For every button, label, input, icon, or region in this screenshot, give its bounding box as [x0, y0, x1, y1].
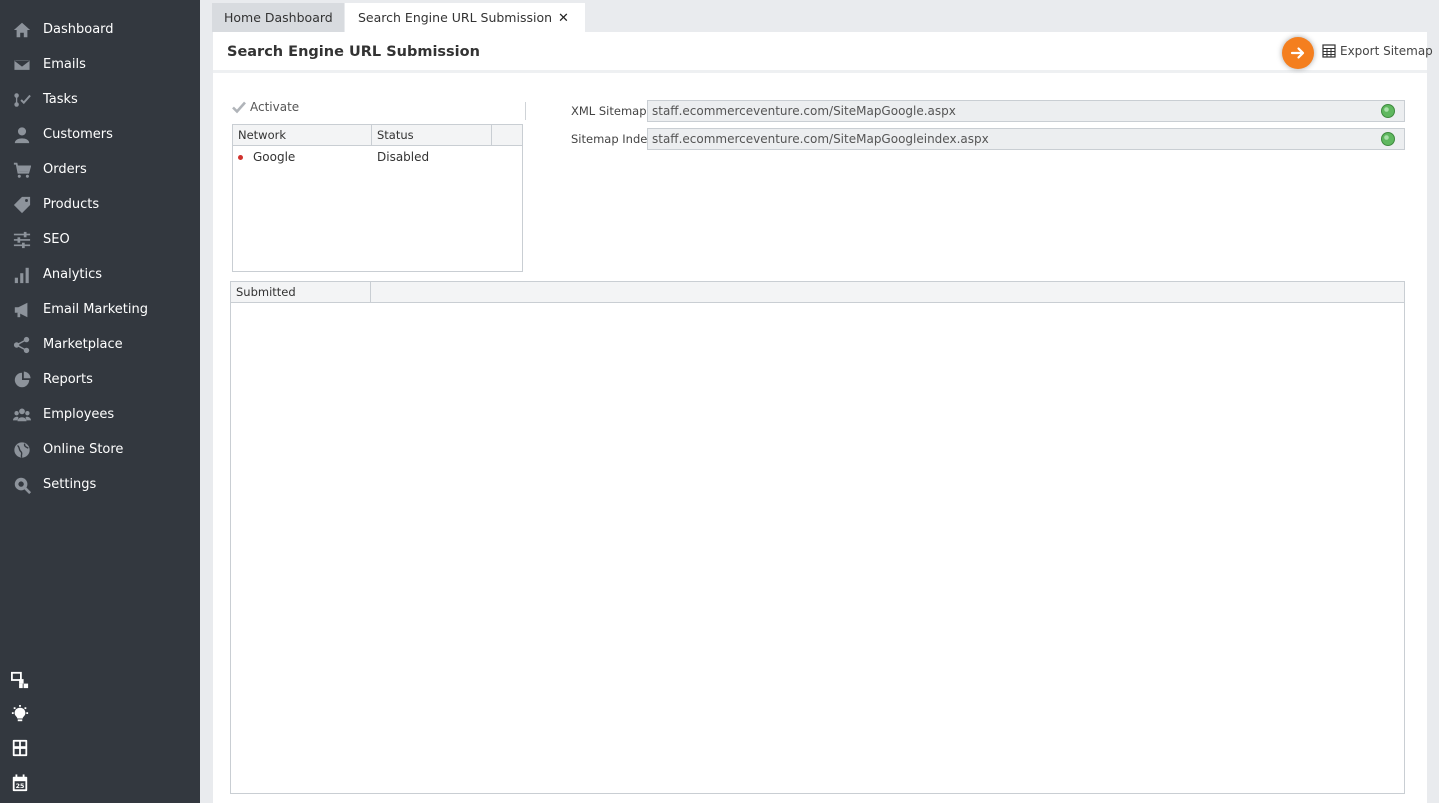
arrow-right-icon — [1290, 47, 1305, 59]
sidebar-item-label: Products — [43, 197, 100, 212]
bar-chart-icon — [12, 265, 32, 285]
sidebar: Dashboard Emails Tasks Customers Orders … — [0, 0, 200, 803]
tab-bar: Home Dashboard Search Engine URL Submiss… — [200, 0, 1439, 32]
megaphone-icon — [12, 300, 32, 320]
sidebar-item-online-store[interactable]: Online Store — [0, 432, 200, 467]
sidebar-item-email-marketing[interactable]: Email Marketing — [0, 292, 200, 327]
sidebar-item-label: Tasks — [43, 92, 78, 107]
sidebar-item-label: Orders — [43, 162, 87, 177]
sliders-icon — [12, 230, 32, 250]
calculator-icon[interactable] — [11, 739, 31, 759]
tab-label: Search Engine URL Submission — [358, 10, 553, 25]
tab-home-dashboard[interactable]: Home Dashboard — [212, 3, 344, 32]
sidebar-item-label: Customers — [43, 127, 113, 142]
export-sitemap-label: Export Sitemap — [1340, 44, 1433, 58]
column-header-network[interactable]: Network — [233, 125, 372, 146]
activate-button[interactable]: Activate — [232, 100, 299, 114]
network-grid: Network Status Google Disabled — [232, 124, 523, 272]
sidebar-item-label: SEO — [43, 232, 70, 247]
sidebar-item-reports[interactable]: Reports — [0, 362, 200, 397]
xml-sitemap-field[interactable] — [647, 100, 1405, 122]
grid-header: Submitted — [231, 282, 1404, 303]
sidebar-item-settings[interactable]: Settings — [0, 467, 200, 502]
sidebar-item-analytics[interactable]: Analytics — [0, 257, 200, 292]
sidebar-item-marketplace[interactable]: Marketplace — [0, 327, 200, 362]
sidebar-item-customers[interactable]: Customers — [0, 117, 200, 152]
sidebar-item-label: Marketplace — [43, 337, 123, 352]
column-header-submitted[interactable]: Submitted — [231, 282, 371, 303]
windows-icon[interactable] — [10, 671, 31, 691]
user-icon — [12, 125, 32, 145]
lightbulb-icon[interactable] — [11, 705, 31, 725]
sitemap-index-label: Sitemap Index — [571, 132, 654, 146]
page-header: Search Engine URL Submission Export Site… — [213, 32, 1433, 73]
go-link-icon[interactable] — [1380, 131, 1396, 147]
calendar-icon[interactable]: 25 — [11, 774, 31, 794]
spreadsheet-icon — [1322, 44, 1336, 58]
export-sitemap-button[interactable]: Export Sitemap — [1322, 44, 1433, 58]
group-icon — [12, 405, 32, 425]
sidebar-item-employees[interactable]: Employees — [0, 397, 200, 432]
sidebar-item-label: Dashboard — [43, 22, 114, 37]
close-icon[interactable]: ✕ — [558, 11, 569, 26]
column-header-status[interactable]: Status — [372, 125, 492, 146]
pie-chart-icon — [12, 370, 32, 390]
envelope-icon — [12, 55, 32, 75]
globe-icon — [12, 440, 32, 460]
status-dot — [238, 155, 243, 160]
table-row[interactable]: Google Disabled — [233, 147, 522, 167]
sidebar-item-orders[interactable]: Orders — [0, 152, 200, 187]
tab-search-engine-url-submission[interactable]: Search Engine URL Submission ✕ — [345, 3, 585, 32]
xml-sitemap-label: XML Sitemap — [571, 104, 647, 118]
page-title: Search Engine URL Submission — [227, 44, 480, 60]
sidebar-item-label: Online Store — [43, 442, 124, 457]
sidebar-item-emails[interactable]: Emails — [0, 47, 200, 82]
status-cell: Disabled — [377, 150, 430, 164]
sitemap-index-field[interactable] — [647, 128, 1405, 150]
sidebar-item-label: Reports — [43, 372, 93, 387]
page-content: Search Engine URL Submission Export Site… — [213, 32, 1433, 803]
cart-icon — [12, 160, 32, 180]
go-link-icon[interactable] — [1380, 103, 1396, 119]
svg-text:25: 25 — [16, 783, 25, 790]
toolbar-divider — [525, 102, 526, 120]
sidebar-item-label: Analytics — [43, 267, 103, 282]
share-icon — [12, 335, 32, 355]
submitted-grid: Submitted — [230, 281, 1405, 794]
sidebar-item-products[interactable]: Products — [0, 187, 200, 222]
tag-icon — [12, 195, 32, 215]
grid-header: Network Status — [233, 125, 522, 146]
sidebar-item-seo[interactable]: SEO — [0, 222, 200, 257]
network-cell: Google — [253, 150, 296, 164]
sidebar-item-tasks[interactable]: Tasks — [0, 82, 200, 117]
activate-label: Activate — [250, 100, 300, 114]
sidebar-item-label: Emails — [43, 57, 86, 72]
sidebar-item-label: Settings — [43, 477, 97, 492]
sidebar-item-dashboard[interactable]: Dashboard — [0, 12, 200, 47]
home-icon — [12, 20, 32, 40]
gear-icon — [12, 475, 32, 495]
go-button[interactable] — [1282, 37, 1314, 69]
tasks-icon — [12, 90, 32, 110]
tab-label: Home Dashboard — [224, 10, 333, 25]
check-icon — [232, 101, 246, 114]
sidebar-item-label: Email Marketing — [43, 302, 148, 317]
sidebar-item-label: Employees — [43, 407, 115, 422]
